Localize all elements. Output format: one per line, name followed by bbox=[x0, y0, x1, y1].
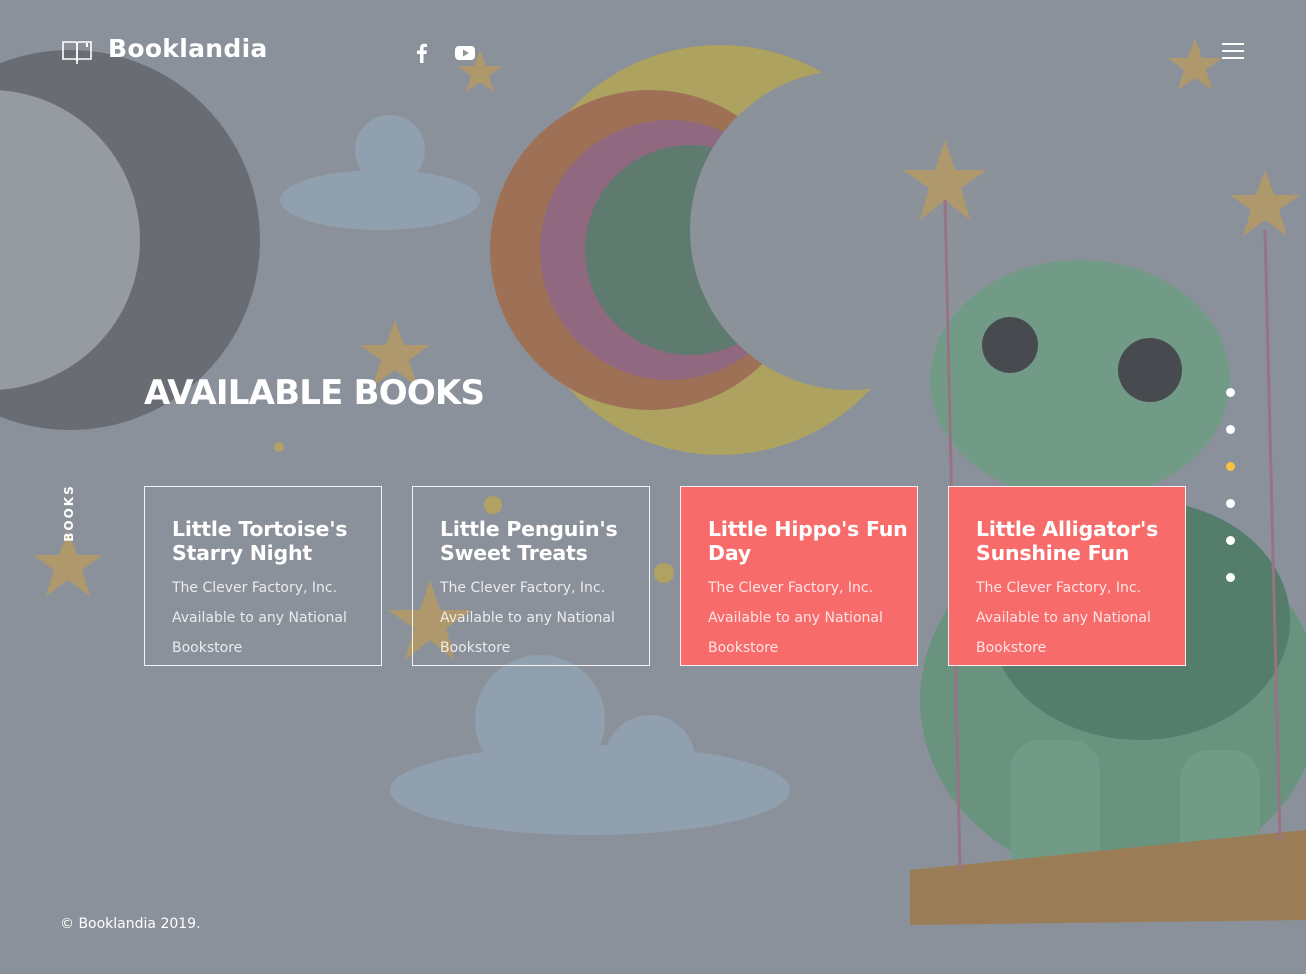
book-availability: Available to any National Bookstore bbox=[172, 610, 347, 656]
pagination-dot[interactable] bbox=[1226, 499, 1235, 508]
pagination-dot[interactable] bbox=[1226, 462, 1235, 471]
book-title: Little Penguin's Sweet Treats bbox=[440, 517, 618, 565]
pagination-dot[interactable] bbox=[1226, 425, 1235, 434]
book-cards: Little Tortoise's Starry Night The Cleve… bbox=[144, 486, 1186, 666]
book-title: Little Alligator's Sunshine Fun bbox=[976, 517, 1159, 565]
book-publisher: The Clever Factory, Inc. bbox=[708, 580, 874, 596]
facebook-icon[interactable] bbox=[412, 42, 432, 64]
footer-copyright: © Booklandia 2019. bbox=[60, 916, 201, 932]
book-card[interactable]: Little Hippo's Fun Day The Clever Factor… bbox=[680, 486, 918, 666]
book-card[interactable]: Little Alligator's Sunshine Fun The Clev… bbox=[948, 486, 1186, 666]
book-card[interactable]: Little Penguin's Sweet Treats The Clever… bbox=[412, 486, 650, 666]
section-pagination bbox=[1224, 388, 1238, 610]
book-title: Little Hippo's Fun Day bbox=[708, 517, 908, 565]
pagination-dot[interactable] bbox=[1226, 388, 1235, 397]
section-side-label: BOOKS bbox=[62, 484, 76, 542]
book-publisher: The Clever Factory, Inc. bbox=[440, 580, 606, 596]
book-details: The Clever Factory, Inc. Available to an… bbox=[440, 573, 640, 663]
book-details: The Clever Factory, Inc. Available to an… bbox=[172, 573, 372, 663]
book-title: Little Tortoise's Starry Night bbox=[172, 517, 348, 565]
youtube-icon[interactable] bbox=[454, 42, 476, 64]
book-availability: Available to any National Bookstore bbox=[708, 610, 883, 656]
book-publisher: The Clever Factory, Inc. bbox=[172, 580, 338, 596]
book-availability: Available to any National Bookstore bbox=[976, 610, 1151, 656]
book-publisher: The Clever Factory, Inc. bbox=[976, 580, 1142, 596]
open-book-icon bbox=[62, 41, 92, 64]
book-availability: Available to any National Bookstore bbox=[440, 610, 615, 656]
pagination-dot[interactable] bbox=[1226, 573, 1235, 582]
brand-logo[interactable]: Booklandia bbox=[62, 32, 268, 66]
book-details: The Clever Factory, Inc. Available to an… bbox=[708, 573, 908, 663]
hamburger-menu-icon[interactable] bbox=[1218, 40, 1248, 62]
pagination-dot[interactable] bbox=[1226, 536, 1235, 545]
brand-name: Booklandia bbox=[108, 34, 268, 63]
book-card[interactable]: Little Tortoise's Starry Night The Cleve… bbox=[144, 486, 382, 666]
book-details: The Clever Factory, Inc. Available to an… bbox=[976, 573, 1176, 663]
section-title: AVAILABLE BOOKS bbox=[144, 373, 485, 413]
social-links bbox=[412, 42, 476, 64]
